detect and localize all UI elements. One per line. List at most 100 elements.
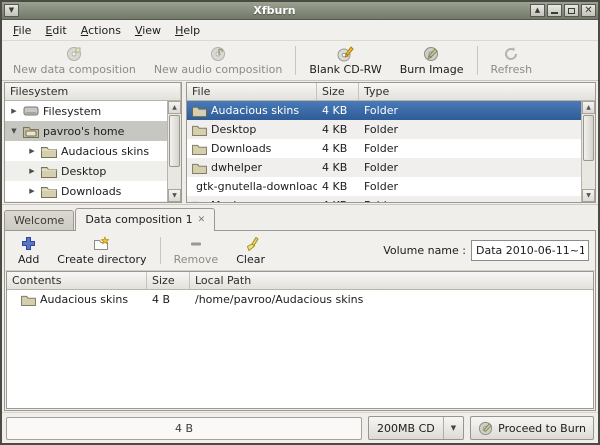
contents-row-audacious-skins[interactable]: Audacious skins 4 B /home/pavroo/Audacio… — [7, 290, 593, 309]
menu-help[interactable]: Help — [168, 21, 207, 40]
tree-item-pavroo-home[interactable]: ▼ pavroo's home — [5, 121, 167, 141]
file-browser: Filesystem ▶ Filesystem ▼ pavroo's home — [2, 81, 598, 205]
file-list-pane: File Size Type Audacious skins 4 KB Fold… — [186, 82, 596, 203]
file-row-desktop[interactable]: Desktop 4 KB Folder — [187, 120, 581, 139]
volume-name-group: Volume name : — [383, 233, 591, 268]
folder-icon — [21, 294, 36, 306]
blank-cdrw-icon — [337, 45, 355, 62]
tab-welcome[interactable]: Welcome — [4, 210, 74, 231]
minimize-button[interactable] — [547, 4, 562, 17]
expander-expanded-icon[interactable]: ▼ — [9, 127, 19, 135]
expander-collapsed-icon[interactable]: ▶ — [27, 147, 37, 155]
add-icon — [20, 235, 38, 252]
folder-icon — [192, 200, 207, 203]
scroll-up-icon[interactable]: ▲ — [582, 101, 595, 114]
new-folder-icon — [93, 235, 111, 252]
toolbar-separator — [160, 237, 161, 264]
scroll-down-icon[interactable]: ▼ — [168, 189, 181, 202]
tree-item-dwhelper[interactable]: ▶ dwhelper — [5, 201, 167, 202]
menubar: File Edit Actions View Help — [2, 20, 598, 41]
refresh-icon — [502, 45, 520, 62]
file-list-header: File Size Type — [187, 83, 595, 101]
drive-icon — [23, 105, 39, 117]
remove-button[interactable]: Remove — [165, 233, 228, 268]
expander-collapsed-icon[interactable]: ▶ — [27, 167, 37, 175]
maximize-button[interactable] — [564, 4, 579, 17]
menu-actions[interactable]: Actions — [74, 21, 128, 40]
refresh-button[interactable]: Refresh — [482, 42, 542, 79]
expander-collapsed-icon[interactable]: ▶ — [27, 187, 37, 195]
file-list-scrollbar[interactable]: ▲ ▼ — [581, 101, 595, 202]
file-row-dwhelper[interactable]: dwhelper 4 KB Folder — [187, 158, 581, 177]
add-button[interactable]: Add — [9, 233, 48, 268]
shade-icon: ▲ — [535, 7, 540, 14]
file-row-downloads[interactable]: Downloads 4 KB Folder — [187, 139, 581, 158]
close-icon: ✕ — [584, 6, 592, 16]
folder-icon — [41, 165, 57, 178]
folder-icon — [192, 143, 207, 155]
disc-usage-value: 4 B — [175, 422, 193, 435]
folder-icon — [41, 185, 57, 198]
statusbar: 4 B 200MB CD ▼ Proceed to Burn — [2, 412, 598, 443]
file-list-rows: Audacious skins 4 KB Folder Desktop 4 KB… — [187, 101, 581, 202]
expander-collapsed-icon[interactable]: ▶ — [9, 107, 19, 115]
scroll-up-icon[interactable]: ▲ — [168, 101, 181, 114]
column-header-type[interactable]: Type — [359, 83, 595, 100]
menu-edit[interactable]: Edit — [38, 21, 73, 40]
chevron-down-icon: ▼ — [9, 7, 14, 14]
scrollbar-thumb[interactable] — [583, 115, 594, 161]
new-audio-composition-button[interactable]: New audio composition — [145, 42, 292, 79]
disc-size-value: 200MB CD — [377, 422, 443, 435]
tree-scrollbar[interactable]: ▲ ▼ — [167, 101, 181, 202]
folder-icon — [192, 105, 207, 117]
main-toolbar: New data composition New audio compositi… — [2, 41, 598, 81]
volume-name-input[interactable] — [471, 240, 589, 261]
burn-image-icon — [423, 45, 441, 62]
disc-size-combobox[interactable]: 200MB CD ▼ — [368, 416, 464, 440]
menu-view[interactable]: View — [128, 21, 168, 40]
tree-item-audacious-skins[interactable]: ▶ Audacious skins — [5, 141, 167, 161]
composition-contents: Contents Size Local Path Audacious skins… — [6, 271, 594, 409]
column-header-size[interactable]: Size — [317, 83, 359, 100]
tree-header-filesystem[interactable]: Filesystem — [5, 83, 181, 100]
menu-file[interactable]: File — [6, 21, 38, 40]
file-row-music[interactable]: Music 4 KB Folder — [187, 196, 581, 202]
home-folder-icon — [23, 125, 39, 138]
new-data-composition-button[interactable]: New data composition — [4, 42, 145, 79]
volume-name-label: Volume name : — [383, 244, 466, 257]
tree-item-filesystem[interactable]: ▶ Filesystem — [5, 101, 167, 121]
close-button[interactable]: ✕ — [581, 4, 596, 17]
chevron-down-icon: ▼ — [443, 417, 463, 439]
toolbar-separator — [295, 46, 296, 75]
column-header-contents[interactable]: Contents — [7, 272, 147, 289]
column-header-file[interactable]: File — [187, 83, 317, 100]
clear-button[interactable]: Clear — [227, 233, 274, 268]
disc-usage-bar: 4 B — [6, 417, 362, 440]
composition-toolbar: Add Create directory Remove Clear — [5, 231, 595, 271]
create-directory-button[interactable]: Create directory — [48, 233, 155, 268]
file-row-audacious-skins[interactable]: Audacious skins 4 KB Folder — [187, 101, 581, 120]
tree-header: Filesystem — [5, 83, 181, 101]
proceed-to-burn-button[interactable]: Proceed to Burn — [470, 416, 594, 440]
scroll-down-icon[interactable]: ▼ — [582, 189, 595, 202]
folder-icon — [192, 162, 207, 174]
window-menu-button[interactable]: ▼ — [4, 4, 19, 17]
titlebar: ▼ Xfburn ▲ ✕ — [2, 2, 598, 20]
burn-disc-icon — [478, 420, 494, 436]
tab-data-composition-1[interactable]: Data composition 1 ✕ — [75, 208, 215, 231]
xfburn-window: ▼ Xfburn ▲ ✕ File Edit Actions View Help… — [0, 0, 600, 445]
new-audio-composition-icon — [209, 45, 227, 62]
shade-button[interactable]: ▲ — [530, 4, 545, 17]
tree-item-desktop[interactable]: ▶ Desktop — [5, 161, 167, 181]
tab-close-icon[interactable]: ✕ — [198, 215, 206, 225]
blank-cdrw-button[interactable]: Blank CD-RW — [300, 42, 390, 79]
tree-item-downloads[interactable]: ▶ Downloads — [5, 181, 167, 201]
scrollbar-thumb[interactable] — [169, 115, 180, 167]
column-header-size[interactable]: Size — [147, 272, 190, 289]
file-row-gtk-gnutella-downloads[interactable]: gtk-gnutella-downloads 4 KB Folder — [187, 177, 581, 196]
folder-icon — [41, 145, 57, 158]
minimize-icon — [551, 12, 558, 14]
column-header-local-path[interactable]: Local Path — [190, 272, 593, 289]
window-title: Xfburn — [21, 4, 528, 17]
burn-image-button[interactable]: Burn Image — [391, 42, 473, 79]
